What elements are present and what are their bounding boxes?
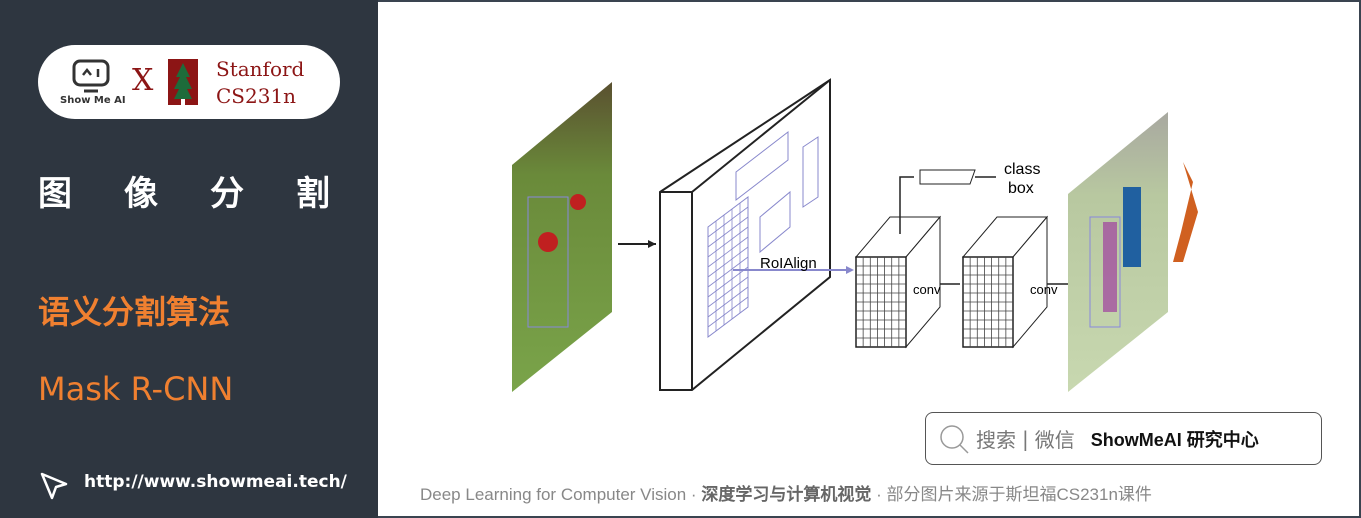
showmeai-text: Show Me AI — [60, 95, 126, 106]
search-label: 搜索 — [976, 428, 1016, 452]
search-box[interactable]: 搜索 | 微信 ShowMeAI 研究中心 — [925, 412, 1322, 465]
output-image — [1068, 112, 1198, 392]
section-subtitle: 语义分割算法 — [38, 293, 231, 331]
roialign-label: RoIAlign — [760, 255, 817, 272]
mask-rcnn-diagram: RoIAlign conv conv class box — [512, 78, 1198, 392]
stanford-text: Stanford — [216, 57, 305, 81]
class-label: class — [1004, 161, 1040, 178]
footer: Deep Learning for Computer Vision · 深度学习… — [420, 480, 1152, 505]
website-link[interactable]: http://www.showmeai.tech/ — [84, 472, 347, 492]
logo-banner: Show Me AI X Stanford CS231n — [38, 45, 340, 119]
feature-map — [659, 78, 831, 391]
box-label: box — [1008, 180, 1034, 197]
conv-label-1: conv — [913, 282, 941, 297]
footer-credit: 部分图片来源于斯坦福CS231n课件 — [886, 485, 1152, 504]
search-icon — [940, 424, 969, 454]
separator: | — [1022, 426, 1029, 451]
course-text: CS231n — [216, 84, 297, 108]
sidebar: Show Me AI X Stanford CS231n 图像分割 语义分割算法… — [0, 0, 378, 518]
input-image — [512, 82, 612, 392]
page-title: 图像分割 — [38, 174, 382, 214]
cursor-icon — [40, 472, 68, 500]
footer-course: Deep Learning for Computer Vision — [420, 485, 687, 504]
footer-course-cn: 深度学习与计算机视觉 — [701, 485, 872, 504]
cross-mark: X — [132, 63, 154, 98]
stanford-logo-icon — [168, 59, 198, 105]
footer-dot: · — [876, 485, 882, 504]
brand-name: ShowMeAI 研究中心 — [1090, 429, 1259, 450]
content-area: RoIAlign conv conv class box 搜索 | 微信 Sho… — [378, 0, 1361, 518]
wechat-label: 微信 — [1034, 428, 1075, 452]
showmeai-logo-icon — [72, 59, 110, 93]
footer-dot: · — [690, 485, 697, 504]
topic-title: Mask R-CNN — [38, 370, 234, 408]
